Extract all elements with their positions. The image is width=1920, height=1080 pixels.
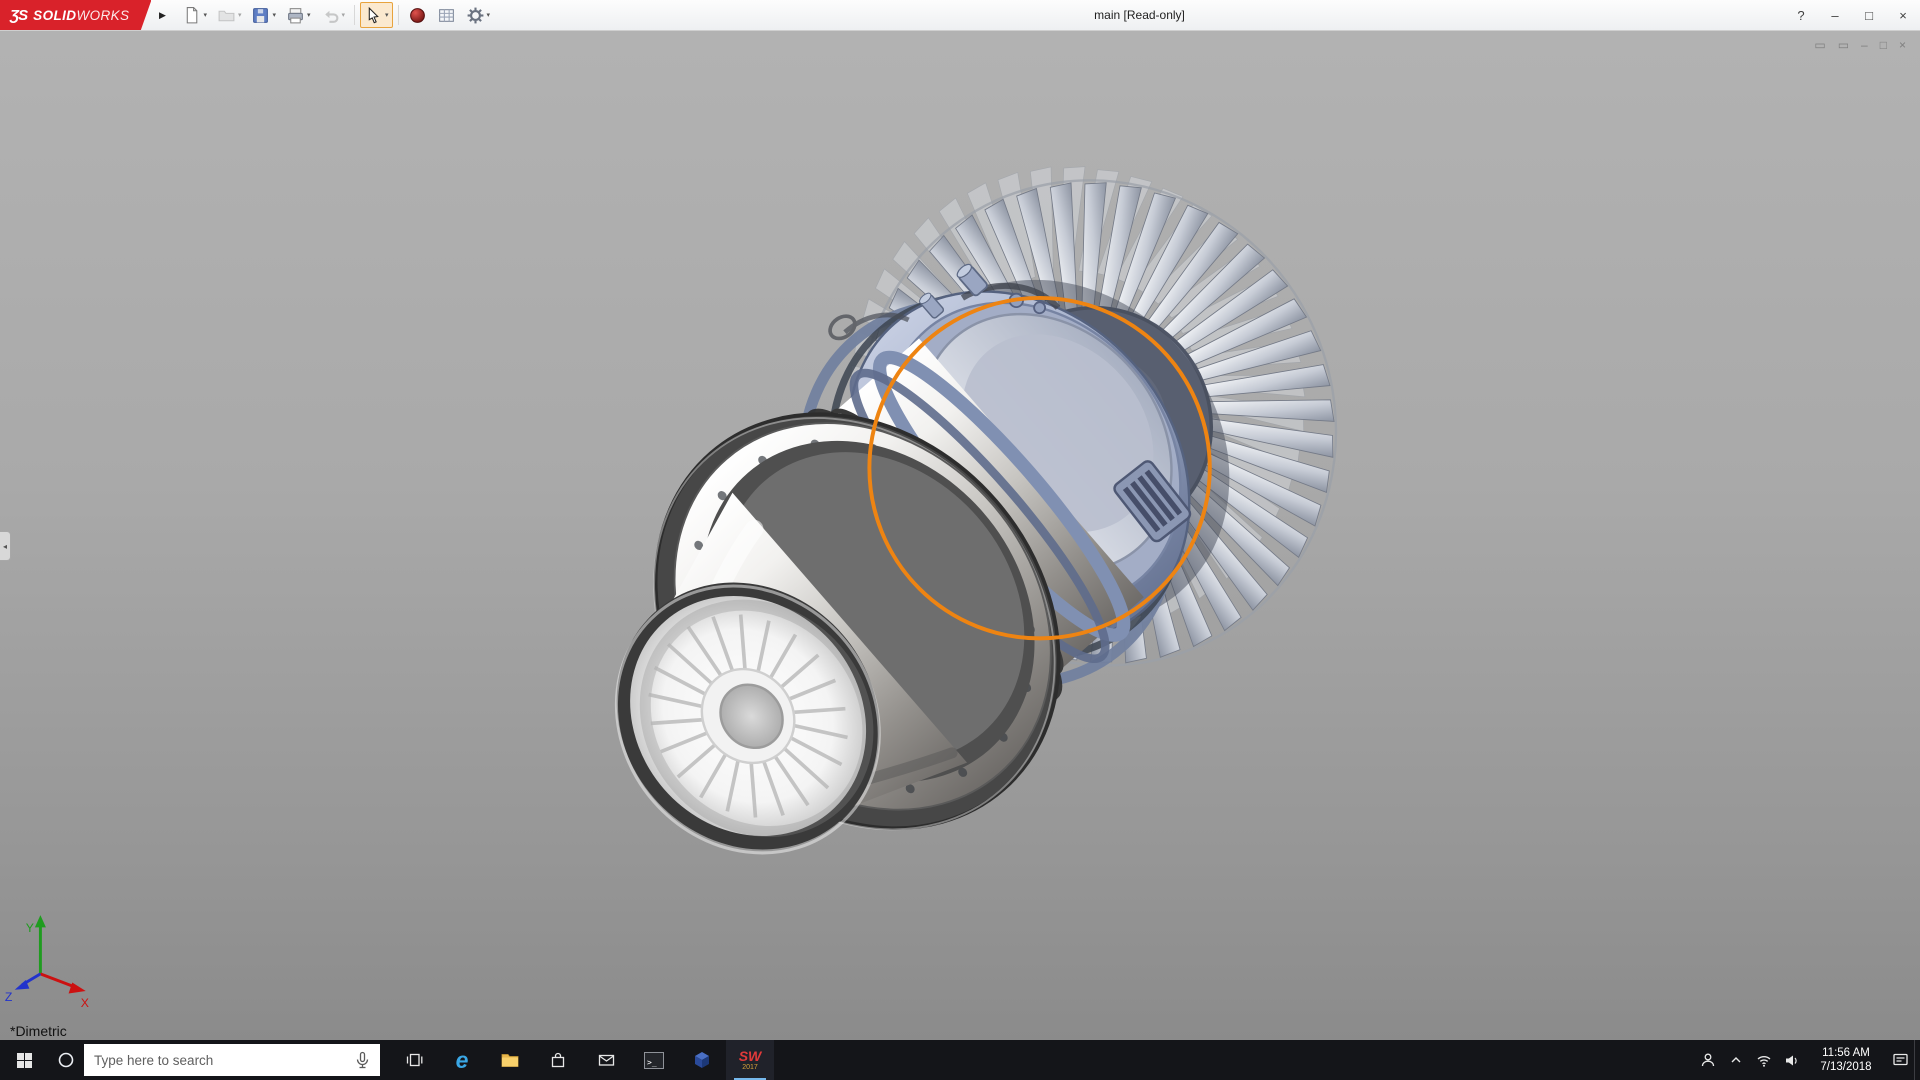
select-cursor-icon (364, 6, 383, 25)
triad-z-label: Z (5, 990, 13, 1004)
save-button[interactable]: ▾ (247, 2, 280, 28)
options-button[interactable]: ▾ (462, 2, 495, 28)
child-restore-icon[interactable]: □ (1880, 39, 1887, 51)
mail-envelope-icon (597, 1051, 616, 1069)
action-center-button[interactable] (1886, 1040, 1914, 1080)
dropdown-caret[interactable]: ▾ (342, 11, 346, 19)
select-tool-button[interactable]: ▾ (360, 2, 393, 28)
solidworks-logo: ƷS SOLIDWORKS (0, 0, 151, 30)
tile-windows-icon[interactable]: ▭ (1814, 39, 1825, 51)
windows-logo-icon (16, 1052, 33, 1069)
graphics-area[interactable]: Y X Z ▭ ▭ – □ × ◂ *Dimetric (0, 31, 1920, 1040)
logo-text-solid: SOLID (33, 8, 76, 23)
command-prompt-button[interactable]: >_ (630, 1040, 678, 1080)
shopping-bag-icon (549, 1051, 567, 1069)
new-document-icon (182, 6, 201, 25)
dropdown-caret[interactable]: ▾ (385, 11, 389, 19)
cad-cube-app-button[interactable] (678, 1040, 726, 1080)
taskbar-clock[interactable]: 11:56 AM 7/13/2018 (1806, 1046, 1886, 1074)
file-explorer-button[interactable] (486, 1040, 534, 1080)
new-document-button[interactable]: ▾ (178, 2, 211, 28)
toolbar-flyout-button[interactable]: ▶ (151, 0, 173, 30)
windows-taskbar: e >_ (0, 1040, 1920, 1080)
undo-icon (321, 6, 340, 25)
dropdown-caret[interactable]: ▾ (238, 11, 242, 19)
wifi-icon (1756, 1053, 1772, 1068)
child-close-icon[interactable]: × (1899, 39, 1906, 51)
toolbar-separator (354, 5, 355, 25)
orientation-triad: Y X Z (5, 915, 89, 1010)
system-tray: 11:56 AM 7/13/2018 (1694, 1040, 1920, 1080)
chevron-up-icon (1730, 1054, 1742, 1066)
task-view-button[interactable] (390, 1040, 438, 1080)
document-window-controls: ▭ ▭ – □ × (1814, 39, 1906, 51)
edge-icon: e (456, 1049, 469, 1072)
print-button[interactable]: ▾ (282, 2, 315, 28)
window-controls: ? – □ × (1784, 0, 1920, 30)
folder-icon (500, 1051, 520, 1069)
graphics-canvas[interactable]: Y X Z (0, 31, 1920, 1040)
titlebar: ƷS SOLIDWORKS ▶ ▾ ▾ (0, 0, 1920, 31)
undo-button[interactable]: ▾ (317, 2, 350, 28)
dropdown-caret[interactable]: ▾ (487, 11, 491, 19)
show-desktop-sliver[interactable] (1914, 1040, 1920, 1080)
solidworks-window: ƷS SOLIDWORKS ▶ ▾ ▾ (0, 0, 1920, 1080)
mail-button[interactable] (582, 1040, 630, 1080)
appearance-button[interactable] (404, 2, 431, 28)
edge-button[interactable]: e (438, 1040, 486, 1080)
triad-x-label: X (81, 996, 89, 1010)
speaker-icon (1784, 1053, 1800, 1068)
action-center-icon (1892, 1052, 1909, 1068)
people-icon (1700, 1052, 1716, 1068)
triad-y-label: Y (26, 921, 34, 935)
minimize-button[interactable]: – (1818, 0, 1852, 30)
close-button[interactable]: × (1886, 0, 1920, 30)
cortana-button[interactable] (48, 1040, 84, 1080)
ds-logo-icon: ƷS (10, 7, 27, 24)
cortana-circle-icon (57, 1051, 75, 1069)
taskbar-search-box[interactable] (84, 1044, 380, 1076)
volume-tray-button[interactable] (1778, 1040, 1806, 1080)
start-button[interactable] (0, 1040, 48, 1080)
table-grid-icon (437, 6, 456, 25)
taskbar-search-input[interactable] (94, 1053, 347, 1068)
clock-time: 11:56 AM (1806, 1046, 1886, 1060)
people-tray-button[interactable] (1694, 1040, 1722, 1080)
tray-overflow-button[interactable] (1722, 1040, 1750, 1080)
store-button[interactable] (534, 1040, 582, 1080)
cube-app-icon (693, 1051, 711, 1069)
open-document-button[interactable]: ▾ (213, 2, 246, 28)
microphone-icon[interactable] (355, 1051, 370, 1070)
dropdown-caret[interactable]: ▾ (203, 11, 207, 19)
appearance-ball-icon (408, 6, 427, 25)
cascade-windows-icon[interactable]: ▭ (1838, 39, 1849, 51)
save-floppy-icon (251, 6, 270, 25)
solidworks-2017-button[interactable]: SW 2017 (726, 1040, 774, 1080)
feature-pane-collapse-tab[interactable]: ◂ (0, 531, 11, 561)
gear-icon (466, 6, 485, 25)
flyout-arrow-icon: ▶ (159, 10, 166, 20)
task-view-icon (405, 1051, 424, 1069)
table-view-button[interactable] (433, 2, 460, 28)
top-bolt-b (1034, 302, 1045, 313)
view-orientation-label: *Dimetric (10, 1023, 67, 1039)
child-minimize-icon[interactable]: – (1861, 39, 1868, 51)
help-button[interactable]: ? (1784, 0, 1818, 30)
logo-text-works: WORKS (76, 8, 129, 23)
main-toolbar: ▾ ▾ ▾ ▾ (173, 0, 495, 30)
print-icon (286, 6, 305, 25)
solidworks-app-icon: SW 2017 (739, 1049, 762, 1071)
engine-3d-model[interactable] (506, 83, 1425, 968)
dropdown-caret[interactable]: ▾ (272, 11, 276, 19)
clock-date: 7/13/2018 (1806, 1060, 1886, 1074)
restore-button[interactable]: □ (1852, 0, 1886, 30)
toolbar-separator (398, 5, 399, 25)
network-tray-button[interactable] (1750, 1040, 1778, 1080)
document-title: main [Read-only] (495, 8, 1784, 22)
dropdown-caret[interactable]: ▾ (307, 11, 311, 19)
open-folder-icon (217, 6, 236, 25)
command-prompt-icon: >_ (644, 1052, 664, 1069)
